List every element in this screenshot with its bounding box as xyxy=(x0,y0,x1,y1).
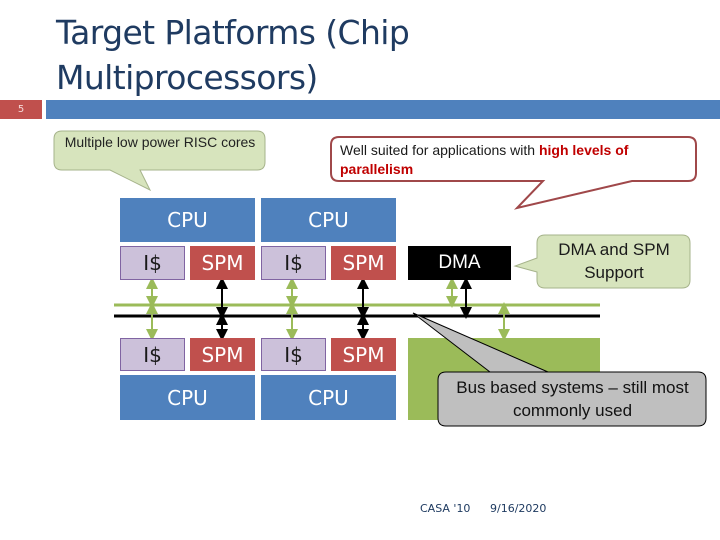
cpu-bottom-2: CPU xyxy=(261,375,396,420)
icache-top-2: I$ xyxy=(261,246,326,280)
footer-event: CASA '10 xyxy=(420,502,471,515)
footer-date: 9/16/2020 xyxy=(490,502,547,515)
callout-risc: Multiple low power RISC cores xyxy=(64,134,256,150)
cpu-bottom-1: CPU xyxy=(120,375,255,420)
spm-top-1: SPM xyxy=(190,246,255,280)
cpu-top-2: CPU xyxy=(261,198,396,242)
callout-parallel-plain: Well suited for applications with xyxy=(340,142,539,158)
cpu-top-1: CPU xyxy=(120,198,255,242)
callout-dma-spm: DMA and SPM Support xyxy=(558,240,670,282)
spm-top-2: SPM xyxy=(331,246,396,280)
icache-bottom-2: I$ xyxy=(261,338,326,371)
callout-bus: Bus based systems – still most commonly … xyxy=(456,378,689,420)
icache-top-1: I$ xyxy=(120,246,185,280)
spm-bottom-1: SPM xyxy=(190,338,255,371)
dma-block: DMA xyxy=(408,246,511,280)
callout-parallel: Well suited for applications with high l… xyxy=(340,141,690,179)
spm-bottom-2: SPM xyxy=(331,338,396,371)
icache-bottom-1: I$ xyxy=(120,338,185,371)
